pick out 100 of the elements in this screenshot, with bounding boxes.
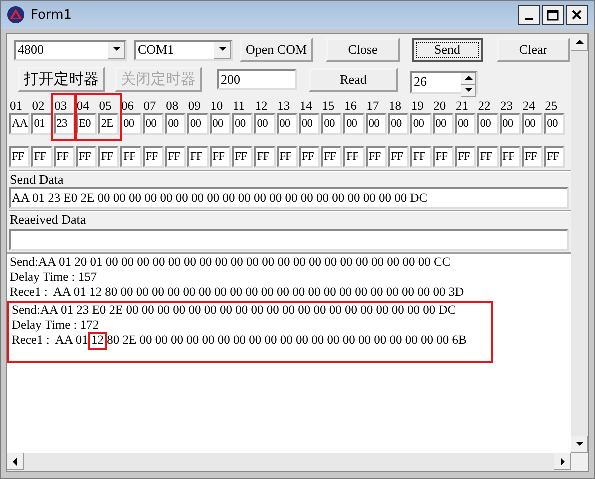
minimize-icon	[525, 18, 533, 20]
mask-field[interactable]: FF	[210, 146, 231, 168]
column-number: 21	[454, 99, 470, 113]
byte-field[interactable]: 00	[522, 113, 544, 135]
byte-field[interactable]: 00	[432, 113, 454, 135]
column-number: 04	[76, 99, 90, 113]
byte-field[interactable]: 00	[366, 113, 388, 135]
window-title: Form1	[31, 8, 74, 22]
byte-field[interactable]: 00	[254, 113, 276, 135]
column-number: 16	[343, 99, 358, 113]
column-number: 24	[522, 99, 536, 113]
column-number: 05	[98, 99, 113, 113]
mask-field[interactable]: FF	[477, 146, 499, 168]
mask-field[interactable]: FF	[98, 146, 120, 168]
mask-field[interactable]: FF	[500, 146, 521, 168]
byte-field[interactable]: 00	[276, 113, 298, 135]
byte-field[interactable]: 00	[343, 113, 365, 135]
mask-field[interactable]: FF	[31, 146, 53, 168]
log-line: Rece1 : AA 01 12 80 2E 00 00 00 00 00 00 00 00 00 00 00 00 00 00 00 00 00 00 00 00 6B	[11, 332, 467, 348]
byte-field[interactable]: AA	[9, 113, 30, 135]
byte-field[interactable]: 00	[165, 113, 186, 135]
horizontal-scrollbar[interactable]	[7, 453, 571, 471]
mask-field[interactable]: FF	[410, 146, 432, 168]
byte-field[interactable]: 00	[321, 113, 342, 135]
column-number: 11	[232, 99, 246, 113]
mask-field[interactable]: FF	[142, 146, 164, 168]
mask-field[interactable]: FF	[454, 146, 476, 168]
close-icon	[572, 10, 582, 20]
mask-field[interactable]: FF	[388, 146, 410, 168]
command-button[interactable]: Send	[412, 38, 483, 62]
mask-field[interactable]: FF	[54, 146, 75, 168]
mask-field[interactable]: FF	[120, 146, 142, 168]
byte-field[interactable]: 2E	[98, 113, 120, 135]
command-button[interactable]: Clear	[497, 38, 570, 62]
byte-field[interactable]: 00	[500, 113, 521, 135]
command-button[interactable]: Close	[326, 38, 400, 62]
column-number: 12	[254, 99, 269, 113]
column-number: 09	[187, 99, 202, 113]
column-number: 01	[9, 99, 24, 113]
byte-field[interactable]: 00	[232, 113, 254, 135]
byte-field[interactable]: 00	[210, 113, 231, 135]
column-number: 25	[544, 99, 559, 113]
column-number: 17	[366, 99, 380, 113]
column-number: 02	[31, 99, 46, 113]
column-number: 19	[410, 99, 425, 113]
column-number: 20	[432, 99, 448, 113]
byte-field[interactable]: 00	[142, 113, 164, 135]
byte-field[interactable]: 00	[477, 113, 499, 135]
minimize-button[interactable]	[518, 5, 540, 25]
mask-field[interactable]: FF	[321, 146, 342, 168]
send-data-field[interactable]: AA 01 23 E0 2E 00 00 00 00 00 00 00 00 00 00 00 00 00 00 00 00 00 00 00 00 DC	[9, 187, 569, 209]
column-number: 03	[54, 99, 68, 113]
byte-field[interactable]: 00	[187, 113, 209, 135]
mask-field[interactable]: FF	[298, 146, 320, 168]
log-line: Delay Time : 172	[11, 318, 100, 333]
column-number: 08	[165, 99, 180, 113]
column-number: 06	[120, 99, 135, 113]
byte-field[interactable]: 01	[31, 113, 53, 135]
byte-field[interactable]: 00	[454, 113, 476, 135]
mask-field[interactable]: FF	[343, 146, 365, 168]
byte-field[interactable]: E0	[76, 113, 98, 135]
interval-field[interactable]: 200	[217, 69, 297, 90]
byte-field[interactable]: 00	[410, 113, 432, 135]
log-line: Delay Time : 157	[9, 270, 98, 286]
read-button[interactable]: Read	[309, 68, 398, 92]
section-label: Reaeived Data	[9, 212, 88, 227]
mask-field[interactable]: FF	[9, 146, 30, 168]
mask-field[interactable]: FF	[522, 146, 544, 168]
timer-button[interactable]: 打开定时器	[18, 67, 105, 92]
column-number: 13	[276, 99, 292, 113]
byte-field[interactable]: 00	[388, 113, 410, 135]
port-dropdown[interactable]: COM1	[134, 40, 233, 60]
mask-field[interactable]: FF	[432, 146, 454, 168]
column-number: 22	[477, 99, 492, 113]
log-line: Rece1 : AA 01 12 80 00 00 00 00 00 00 00 00 00 00 00 00 00 00 00 00 00 00 00 00 00 3D	[9, 285, 464, 301]
mask-field[interactable]: FF	[232, 146, 254, 168]
command-button[interactable]: Open COM	[240, 38, 313, 62]
mask-field[interactable]: FF	[366, 146, 388, 168]
mask-field[interactable]: FF	[187, 146, 209, 168]
mask-field[interactable]: FF	[165, 146, 186, 168]
log-area[interactable]	[7, 252, 571, 453]
log-line: Send:AA 01 23 E0 2E 00 00 00 00 00 00 00 00 00 00 00 00 00 00 00 00 00 00 00 00 DC	[11, 302, 456, 318]
baud-rate-dropdown[interactable]: 4800	[14, 40, 127, 60]
byte-field[interactable]: 00	[544, 113, 566, 135]
close-button[interactable]	[566, 5, 588, 25]
column-number: 10	[210, 99, 224, 113]
column-number: 14	[298, 99, 314, 113]
byte-field[interactable]: 00	[120, 113, 142, 135]
vertical-scrollbar[interactable]	[571, 34, 588, 453]
section-label: Send Data	[9, 172, 65, 187]
mask-field[interactable]: FF	[544, 146, 566, 168]
app-logo-icon	[7, 6, 25, 24]
mask-field[interactable]: FF	[254, 146, 276, 168]
mask-field[interactable]: FF	[76, 146, 98, 168]
byte-field[interactable]: 23	[54, 113, 75, 135]
received-data-field[interactable]	[9, 229, 569, 251]
mask-field[interactable]: FF	[276, 146, 298, 168]
log-line: Send:AA 01 20 01 00 00 00 00 00 00 00 00 00 00 00 00 00 00 00 00 00 00 00 00 00 CC	[9, 255, 451, 270]
byte-field[interactable]: 00	[298, 113, 320, 135]
maximize-button[interactable]	[542, 5, 564, 25]
